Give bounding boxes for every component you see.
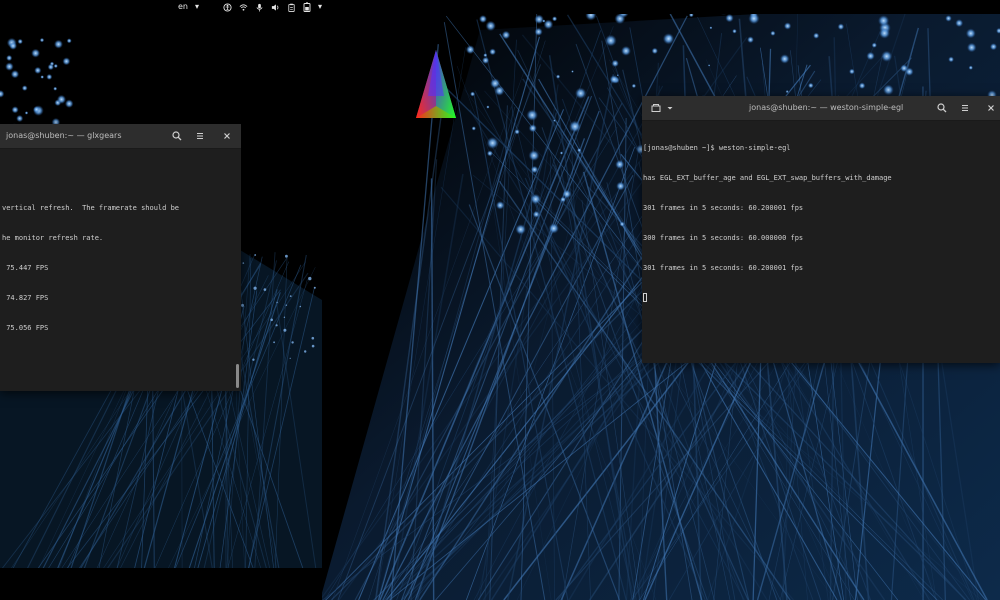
window-header[interactable]: jonas@shuben:~ — weston-simple-egl [642, 96, 1000, 121]
screen-edge-black [0, 568, 322, 600]
window-title: jonas@shuben:~ — glxgears [6, 131, 122, 140]
menu-icon [962, 104, 968, 112]
terminal-line: he monitor refresh rate. [2, 234, 104, 242]
egl-triangle [416, 50, 456, 118]
window-header[interactable]: jonas@shuben:~ — glxgears [0, 124, 241, 149]
close-icon [988, 105, 994, 111]
terminal-window-glxgears[interactable]: jonas@shuben:~ — glxgears vertical refre… [0, 124, 241, 391]
menu-icon [197, 132, 203, 140]
terminal-line: 301 frames in 5 seconds: 60.200001 fps [643, 264, 804, 272]
microphone-icon[interactable] [255, 3, 264, 12]
new-tab-dropdown-button[interactable] [665, 100, 675, 116]
search-icon [172, 131, 182, 141]
terminal-line: 75.056 FPS [2, 324, 49, 332]
terminal-lines: vertical refresh. The framerate should b… [2, 153, 179, 353]
accessibility-icon[interactable] [223, 2, 232, 12]
menu-button[interactable] [192, 128, 208, 144]
terminal-window-weston-simple-egl[interactable]: jonas@shuben:~ — weston-simple-egl [jona… [642, 96, 1000, 363]
language-indicator[interactable]: en [178, 1, 188, 13]
scrollbar-thumb[interactable] [236, 364, 239, 388]
terminal-line: 301 frames in 5 seconds: 60.200001 fps [643, 204, 804, 212]
window-title: jonas@shuben:~ — weston-simple-egl [749, 103, 904, 112]
status-indicators: en ▾ ▾ [178, 1, 322, 13]
system-menu-arrow-icon[interactable]: ▾ [318, 1, 322, 13]
terminal-line: 300 frames in 5 seconds: 60.000000 fps [643, 234, 804, 242]
search-button[interactable] [934, 100, 950, 116]
search-button[interactable] [169, 128, 185, 144]
terminal-line: vertical refresh. The framerate should b… [2, 204, 180, 212]
terminal-line: has EGL_EXT_buffer_age and EGL_EXT_swap_… [643, 174, 892, 182]
terminal-line: [jonas@shuben ~]$ weston-simple-egl [643, 144, 791, 152]
search-icon [937, 103, 947, 113]
terminal-output[interactable]: vertical refresh. The framerate should b… [0, 149, 241, 391]
network-wifi-icon[interactable] [239, 3, 248, 12]
terminal-output[interactable]: [jonas@shuben ~]$ weston-simple-egl has … [642, 121, 1000, 363]
close-button[interactable] [983, 100, 999, 116]
chevron-down-icon [667, 107, 673, 110]
battery-icon[interactable] [303, 2, 311, 12]
menu-button[interactable] [957, 100, 973, 116]
clipboard-icon[interactable] [287, 3, 296, 12]
new-tab-icon [651, 104, 661, 112]
terminal-cursor-line [643, 293, 892, 303]
new-tab-button[interactable] [648, 100, 664, 116]
terminal-line: 74.827 FPS [2, 294, 49, 302]
terminal-lines: [jonas@shuben ~]$ weston-simple-egl has … [643, 123, 892, 323]
text-cursor [643, 293, 647, 302]
language-dropdown-arrow-icon[interactable]: ▾ [195, 1, 199, 13]
close-button[interactable] [219, 128, 235, 144]
desktop: en ▾ ▾ jonas@shuben:~ — glxgears vertica… [0, 0, 1000, 600]
close-icon [224, 133, 230, 139]
top-bar: en ▾ ▾ [0, 0, 1000, 14]
terminal-line: 75.447 FPS [2, 264, 49, 272]
volume-icon[interactable] [271, 3, 280, 12]
